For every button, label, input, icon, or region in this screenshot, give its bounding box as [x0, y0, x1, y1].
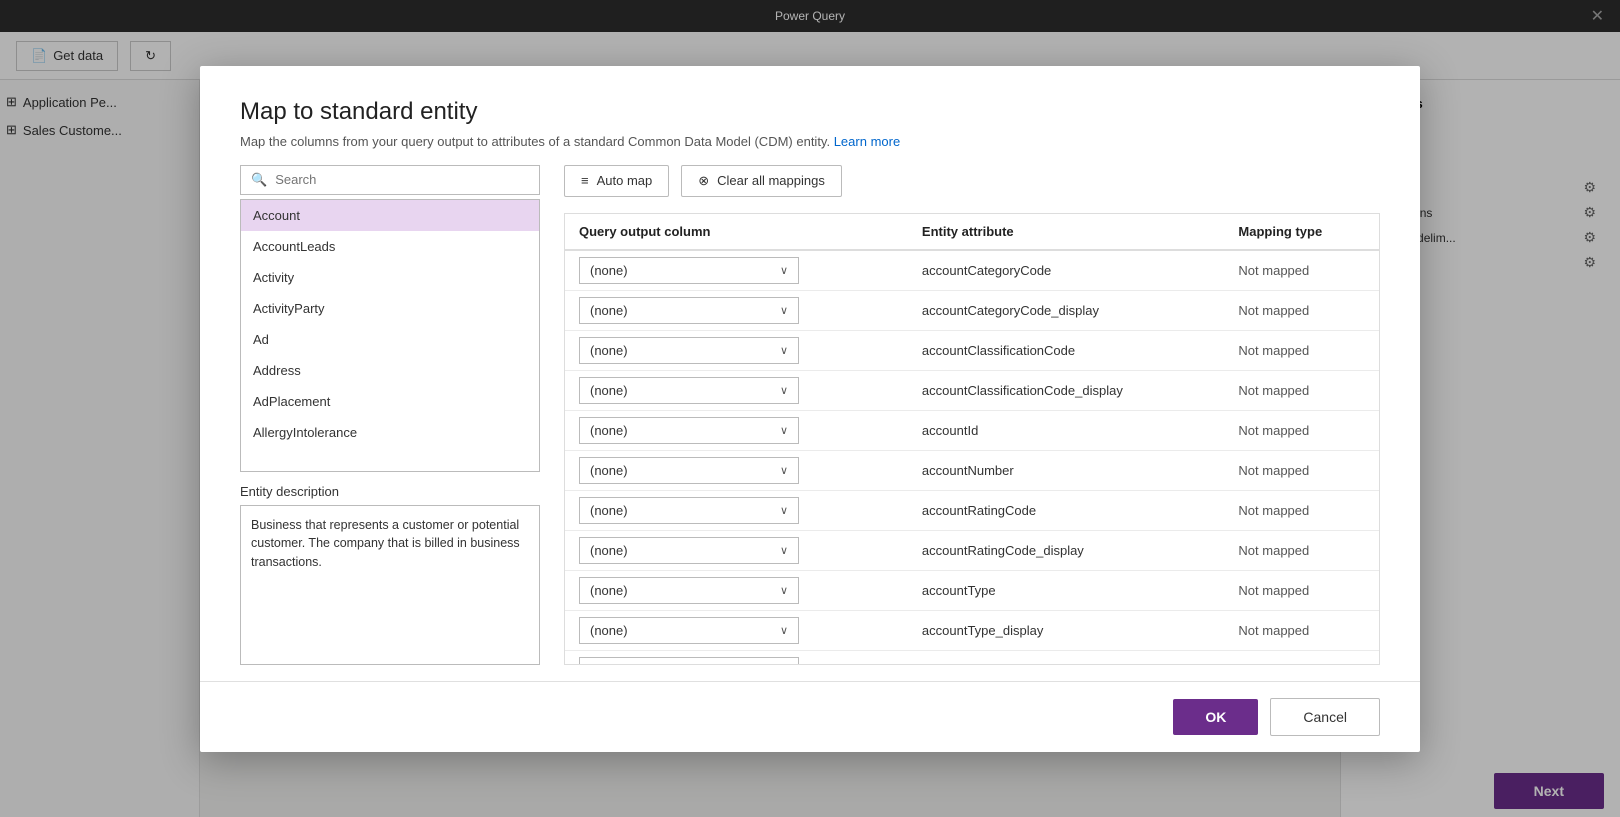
query-col-dropdown-7[interactable]: (none) ∨	[579, 537, 799, 564]
query-col-dropdown-3[interactable]: (none) ∨	[579, 377, 799, 404]
query-col-dropdown-10[interactable]: (none) ∨	[579, 657, 799, 664]
chevron-down-icon: ∨	[780, 344, 788, 357]
entity-item-accountleads[interactable]: AccountLeads	[241, 231, 539, 262]
table-row: (none) ∨ accountNumber Not mapped	[565, 450, 1379, 490]
chevron-down-icon: ∨	[780, 544, 788, 557]
modal-title: Map to standard entity	[240, 98, 1380, 126]
automap-icon: ≡	[581, 173, 589, 188]
search-box: 🔍	[240, 165, 540, 195]
modal-body: 🔍 Account AccountLeads Activity Activity…	[200, 165, 1420, 681]
chevron-down-icon: ∨	[780, 264, 788, 277]
chevron-down-icon: ∨	[780, 584, 788, 597]
clear-mappings-button[interactable]: ⊗ Clear all mappings	[681, 165, 842, 197]
learn-more-link[interactable]: Learn more	[834, 134, 900, 149]
query-col-dropdown-0[interactable]: (none) ∨	[579, 257, 799, 284]
mapping-table-scroll[interactable]: Query output column Entity attribute Map…	[565, 214, 1379, 664]
mapping-table-body: (none) ∨ accountCategoryCode Not mapped	[565, 250, 1379, 664]
table-row: (none) ∨ accountRatingCode Not mapped	[565, 490, 1379, 530]
chevron-down-icon: ∨	[780, 504, 788, 517]
modal-subtitle: Map the columns from your query output t…	[240, 134, 1380, 149]
entity-item-account[interactable]: Account	[241, 200, 539, 231]
search-input[interactable]	[275, 172, 529, 187]
chevron-down-icon: ∨	[780, 424, 788, 437]
chevron-down-icon: ∨	[780, 304, 788, 317]
chevron-down-icon: ∨	[780, 624, 788, 637]
table-row: (none) ∨ accountCategoryCode_display Not…	[565, 290, 1379, 330]
query-col-dropdown-1[interactable]: (none) ∨	[579, 297, 799, 324]
entity-description-label: Entity description	[240, 484, 540, 499]
table-row: (none) ∨ address1AddressId Not mapped	[565, 650, 1379, 664]
entity-panel: 🔍 Account AccountLeads Activity Activity…	[240, 165, 540, 665]
entity-item-allergyintolerance[interactable]: AllergyIntolerance	[241, 417, 539, 448]
table-row: (none) ∨ accountType Not mapped	[565, 570, 1379, 610]
clear-icon: ⊗	[698, 173, 709, 189]
table-row: (none) ∨ accountCategoryCode Not mapped	[565, 250, 1379, 291]
entity-item-activityparty[interactable]: ActivityParty	[241, 293, 539, 324]
query-col-dropdown-6[interactable]: (none) ∨	[579, 497, 799, 524]
entity-item-adplacement[interactable]: AdPlacement	[241, 386, 539, 417]
table-row: (none) ∨ accountClassificationCode Not m…	[565, 330, 1379, 370]
mapping-table: Query output column Entity attribute Map…	[565, 214, 1379, 664]
table-row: (none) ∨ accountRatingCode_display Not m…	[565, 530, 1379, 570]
entity-description-box: Business that represents a customer or p…	[240, 505, 540, 665]
ok-button[interactable]: OK	[1173, 699, 1258, 735]
cancel-button[interactable]: Cancel	[1270, 698, 1380, 736]
mapping-panel: ≡ Auto map ⊗ Clear all mappings Query ou…	[564, 165, 1380, 665]
query-col-dropdown-9[interactable]: (none) ∨	[579, 617, 799, 644]
modal-dialog: Map to standard entity Map the columns f…	[200, 66, 1420, 752]
mapping-toolbar: ≡ Auto map ⊗ Clear all mappings	[564, 165, 1380, 197]
col-header-query: Query output column	[565, 214, 908, 250]
chevron-down-icon: ∨	[780, 464, 788, 477]
entity-item-activity[interactable]: Activity	[241, 262, 539, 293]
chevron-down-icon: ∨	[780, 384, 788, 397]
query-col-dropdown-5[interactable]: (none) ∨	[579, 457, 799, 484]
modal-footer: OK Cancel	[200, 681, 1420, 752]
col-header-mapping: Mapping type	[1224, 214, 1379, 250]
col-header-entity: Entity attribute	[908, 214, 1225, 250]
entity-item-ad[interactable]: Ad	[241, 324, 539, 355]
table-row: (none) ∨ accountId Not mapped	[565, 410, 1379, 450]
entity-list: Account AccountLeads Activity ActivityPa…	[240, 199, 540, 472]
table-header: Query output column Entity attribute Map…	[565, 214, 1379, 250]
query-col-dropdown-2[interactable]: (none) ∨	[579, 337, 799, 364]
query-col-dropdown-8[interactable]: (none) ∨	[579, 577, 799, 604]
query-col-dropdown-4[interactable]: (none) ∨	[579, 417, 799, 444]
modal-header: Map to standard entity Map the columns f…	[200, 66, 1420, 165]
table-row: (none) ∨ accountType_display Not mapped	[565, 610, 1379, 650]
mapping-table-container: Query output column Entity attribute Map…	[564, 213, 1380, 665]
auto-map-button[interactable]: ≡ Auto map	[564, 165, 669, 197]
entity-item-address[interactable]: Address	[241, 355, 539, 386]
search-icon: 🔍	[251, 172, 267, 188]
table-row: (none) ∨ accountClassificationCode_displ…	[565, 370, 1379, 410]
